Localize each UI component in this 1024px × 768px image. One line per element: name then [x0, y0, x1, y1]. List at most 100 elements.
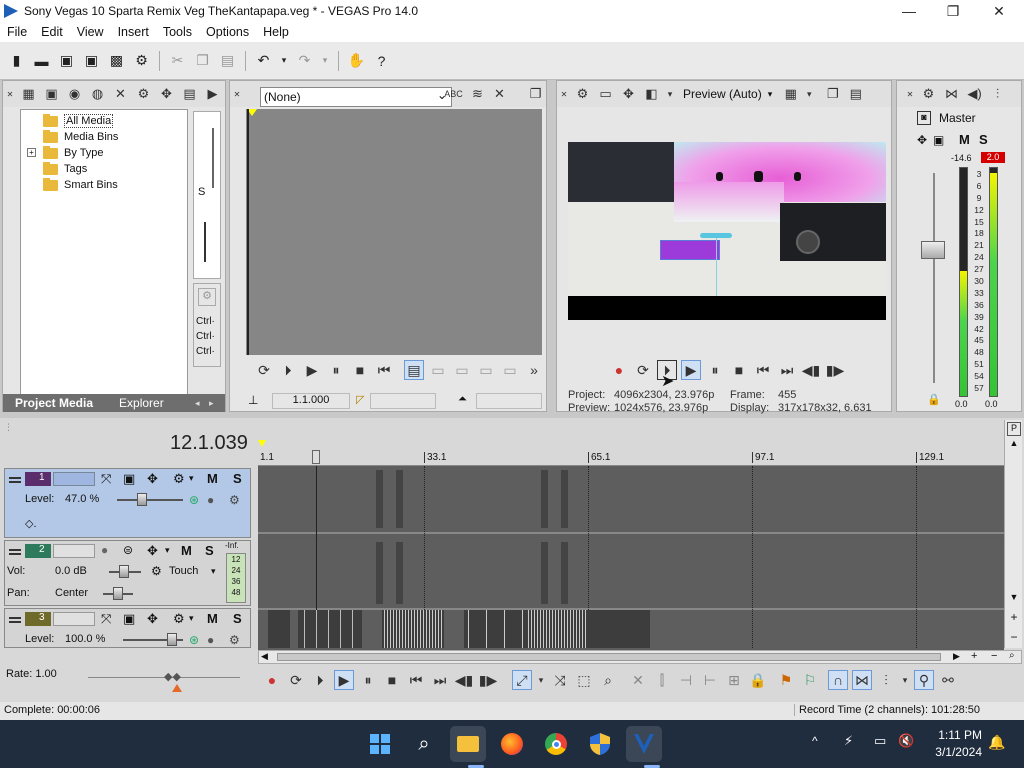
split-icon[interactable]: ⊞: [724, 670, 744, 690]
menu-view[interactable]: View: [70, 25, 111, 39]
zoom-minus-icon[interactable]: −: [1007, 630, 1021, 644]
selection-tool-icon[interactable]: ⬚: [574, 670, 594, 690]
play-icon[interactable]: ▶: [302, 360, 322, 380]
compositing-dropdown-icon[interactable]: ▾: [189, 473, 194, 484]
normal-edit-tool-icon[interactable]: ⤢: [512, 670, 532, 690]
stop-icon[interactable]: ■: [350, 360, 370, 380]
track-fx-icon[interactable]: ▣: [123, 471, 135, 487]
insert-marker-icon[interactable]: ⚑: [776, 670, 796, 690]
touch-mode-dropdown-icon[interactable]: ▾: [211, 566, 216, 577]
chrome-icon[interactable]: [538, 726, 574, 762]
tree-item-by-type[interactable]: + By Type: [21, 145, 187, 161]
clock-date[interactable]: 3/1/2024: [930, 745, 982, 759]
tab-scroll-left-icon[interactable]: ◂: [195, 398, 200, 409]
overlays-grid-icon[interactable]: ▦: [782, 86, 799, 103]
automation-mode-icon[interactable]: ⚙: [151, 564, 162, 578]
compositing-dropdown-icon[interactable]: ▾: [189, 613, 194, 624]
track-collapse-icon[interactable]: [9, 477, 21, 479]
arm-record-icon[interactable]: ●: [101, 543, 108, 557]
minimize-button[interactable]: —: [886, 0, 932, 22]
trim-fit-icon[interactable]: ▭: [500, 360, 520, 380]
paste-icon[interactable]: ▤: [218, 51, 237, 70]
go-to-end-icon[interactable]: ⏭: [777, 360, 797, 380]
clip[interactable]: [561, 470, 568, 528]
timeline-vertical-scrollbar[interactable]: P ▲ ▼ + −: [1004, 420, 1022, 648]
prev-frame-icon[interactable]: ◀▮: [454, 670, 474, 690]
capture-video-icon[interactable]: ▣: [43, 86, 60, 103]
fx-dropdown-icon[interactable]: ▾: [666, 86, 674, 103]
parent-composite-icon[interactable]: ⊛: [189, 633, 199, 647]
trimmer-viewport[interactable]: [246, 109, 542, 355]
track-options-icon[interactable]: ⚙: [229, 633, 240, 647]
dim-output-icon[interactable]: ◀): [966, 86, 983, 103]
track-automation-icon[interactable]: ✥: [147, 543, 158, 559]
parent-composite-icon[interactable]: ⊛: [189, 493, 199, 507]
tab-explorer[interactable]: Explorer: [105, 396, 176, 410]
split-screen-icon[interactable]: ✥: [620, 86, 637, 103]
master-fader-handle[interactable]: [921, 241, 945, 259]
whats-this-help-icon[interactable]: ?: [372, 51, 391, 70]
expand-plus-icon[interactable]: +: [27, 148, 36, 157]
edit-tool-dropdown-icon[interactable]: ▾: [536, 670, 546, 690]
track-collapse-icon[interactable]: [9, 617, 21, 619]
tab-project-media[interactable]: Project Media: [3, 396, 105, 410]
auto-crossfade-icon[interactable]: ⋈: [852, 670, 872, 690]
vegas-taskbar-icon[interactable]: [626, 726, 662, 762]
trim-icon[interactable]: ⫿: [652, 670, 672, 690]
mute-button[interactable]: M: [207, 471, 218, 486]
solo-button[interactable]: S: [233, 611, 242, 626]
new-file-icon[interactable]: ▮: [7, 51, 26, 70]
clip[interactable]: [526, 610, 588, 648]
scroll-up-icon[interactable]: P: [1007, 422, 1021, 436]
panel-close-icon[interactable]: ✕: [6, 86, 14, 103]
track-options-icon[interactable]: ⚙: [229, 493, 240, 507]
clock-time[interactable]: 1:11 PM: [930, 728, 982, 742]
panel-close-icon[interactable]: ✕: [906, 86, 914, 103]
ignore-grouping-icon[interactable]: ⚯: [938, 670, 958, 690]
security-shield-icon[interactable]: [582, 726, 618, 762]
trim-add-icon[interactable]: ▭: [428, 360, 448, 380]
rate-slider-thumb[interactable]: ◆◆: [164, 670, 181, 683]
lock-icon[interactable]: 🔒: [927, 393, 941, 406]
clip[interactable]: [382, 610, 444, 648]
loop-icon[interactable]: ⟳: [633, 360, 653, 380]
volume-icon[interactable]: 🔇: [898, 733, 914, 749]
import-media-icon[interactable]: ▦: [20, 86, 37, 103]
tab-scroll-right-icon[interactable]: ▸: [209, 398, 214, 409]
open-folder-icon[interactable]: ▬: [32, 51, 51, 70]
track-motion-icon[interactable]: ⤧: [101, 611, 111, 627]
trim-insert-icon[interactable]: ▭: [452, 360, 472, 380]
remove-media-icon[interactable]: ✕: [112, 86, 129, 103]
master-solo-button[interactable]: S: [979, 132, 988, 147]
external-monitor-icon[interactable]: ▭: [597, 86, 614, 103]
next-frame-icon[interactable]: ▮▶: [825, 360, 845, 380]
go-to-start-icon[interactable]: ⏮: [406, 670, 426, 690]
mute-button[interactable]: M: [207, 611, 218, 626]
panel-close-icon[interactable]: ✕: [233, 86, 241, 103]
play-icon[interactable]: ▶: [681, 360, 701, 380]
properties-gear-icon[interactable]: ⚙: [132, 51, 151, 70]
drag-handle-icon[interactable]: ⋮: [4, 422, 13, 433]
video-fx-icon[interactable]: ◧: [643, 86, 660, 103]
views-icon[interactable]: ▤: [181, 86, 198, 103]
tree-item-all-media[interactable]: All Media: [21, 113, 187, 129]
mask-icon[interactable]: ●: [207, 493, 214, 507]
maximize-button[interactable]: ❐: [930, 0, 976, 22]
preview-quality-dropdown-icon[interactable]: ▾: [768, 89, 773, 100]
timeline-ruler[interactable]: 1.1 33.1 65.1 97.1 129.1: [258, 450, 1004, 466]
go-to-end-icon[interactable]: ⏭: [430, 670, 450, 690]
trimmer-time-field[interactable]: 1.1.000: [272, 393, 350, 409]
save-as-icon[interactable]: ▣: [82, 51, 101, 70]
ripple-edit-icon[interactable]: ⫶: [876, 670, 896, 690]
track-name-field[interactable]: [53, 612, 95, 626]
snapping-icon[interactable]: ∩: [828, 670, 848, 690]
automation-dropdown-icon[interactable]: ▾: [165, 545, 170, 556]
lock-envelopes-icon[interactable]: ⚲: [914, 670, 934, 690]
track-fx-icon[interactable]: ▣: [123, 611, 135, 627]
clip[interactable]: [588, 610, 650, 648]
track-header-2[interactable]: 2 ● ⊜ ✥ ▾ M S -Inf. 12 24 36 48 Vol: 0.0…: [4, 540, 251, 606]
clear-trimmer-icon[interactable]: ✕: [491, 85, 508, 102]
trimmer-length-field[interactable]: [370, 393, 436, 409]
clip[interactable]: [396, 542, 403, 604]
redo-icon[interactable]: ↷: [295, 51, 314, 70]
